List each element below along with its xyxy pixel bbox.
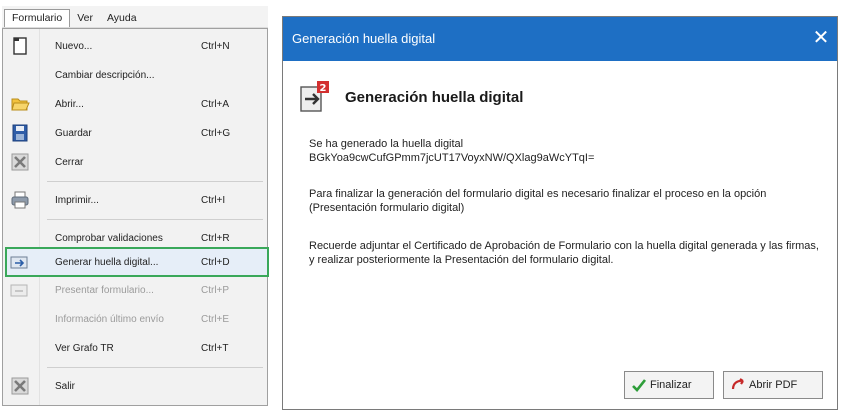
close-icon[interactable]: ✕ xyxy=(809,25,833,51)
menu-item-shortcut: Ctrl+R xyxy=(201,232,230,244)
close-x-icon xyxy=(11,153,29,171)
finalize-instructions: Para finalizar la generación del formula… xyxy=(309,188,767,214)
generated-message: Se ha generado la huella digital BGkYoa9… xyxy=(309,137,594,165)
menu-item-label: Nuevo... xyxy=(55,40,93,52)
save-disk-icon xyxy=(12,124,28,142)
menu-item-ver-grafo-tr[interactable]: Ver Grafo TR Ctrl+T xyxy=(3,335,267,361)
fingerprint-hash: BGkYoa9cwCufGPmm7jcUT17VoyxNW/QXlag9aWcY… xyxy=(309,152,595,164)
menu-item-shortcut: Ctrl+G xyxy=(201,127,231,139)
menu-bar: Formulario Ver Ayuda xyxy=(2,6,268,28)
menu-item-shortcut: Ctrl+T xyxy=(201,342,229,354)
pdf-icon xyxy=(731,378,744,390)
menu-item-shortcut: Ctrl+I xyxy=(201,194,226,206)
menu-item-generar-huella-digital[interactable]: Generar huella digital... Ctrl+D xyxy=(3,249,267,275)
menu-item-presentar-formulario: Presentar formulario... Ctrl+P xyxy=(3,277,267,303)
menu-ver[interactable]: Ver xyxy=(70,10,100,27)
menu-item-label: Presentar formulario... xyxy=(55,284,154,296)
abrir-pdf-button[interactable]: Abrir PDF xyxy=(723,371,823,399)
menu-item-label: Imprimir... xyxy=(55,194,99,206)
menu-item-guardar[interactable]: Guardar Ctrl+G xyxy=(3,120,267,146)
abrir-pdf-label: Abrir PDF xyxy=(749,379,798,391)
exit-x-icon xyxy=(11,377,29,395)
menu-item-informacion-ultimo-envio: Información último envío Ctrl+E xyxy=(3,306,267,332)
finalizar-label: Finalizar xyxy=(650,379,692,391)
menu-item-cambiar-descripcion[interactable]: Cambiar descripción... xyxy=(3,62,267,88)
menu-item-label: Comprobar validaciones xyxy=(55,232,163,244)
menu-item-shortcut: Ctrl+N xyxy=(201,40,230,52)
menu-item-cerrar[interactable]: Cerrar xyxy=(3,149,267,175)
menu-item-label: Salir xyxy=(55,380,76,392)
menu-item-shortcut: Ctrl+A xyxy=(201,98,230,110)
menu-item-label: Guardar xyxy=(55,127,92,139)
dialog-heading: Generación huella digital xyxy=(345,89,524,106)
checkmark-icon xyxy=(632,379,647,392)
printer-icon xyxy=(11,191,29,209)
finalizar-button[interactable]: Finalizar xyxy=(624,371,714,399)
menu-item-nuevo[interactable]: Nuevo... Ctrl+N xyxy=(3,33,267,59)
menu-item-label: Ver Grafo TR xyxy=(55,342,114,354)
folder-open-icon xyxy=(11,98,30,111)
svg-text:2: 2 xyxy=(320,83,327,94)
menu-item-label: Generar huella digital... xyxy=(55,256,159,268)
attach-reminder: Recuerde adjuntar el Certificado de Apro… xyxy=(309,240,819,266)
menu-item-shortcut: Ctrl+E xyxy=(201,313,230,325)
new-document-icon xyxy=(13,37,27,55)
dialog-titlebar: Generación huella digital ✕ xyxy=(283,17,837,61)
menu-separator xyxy=(47,181,263,182)
menu-separator xyxy=(47,219,263,220)
menu-item-imprimir[interactable]: Imprimir... Ctrl+I xyxy=(3,187,267,213)
menu-separator xyxy=(47,367,263,368)
menu-item-salir[interactable]: Salir xyxy=(3,373,267,399)
submit-form-icon xyxy=(10,284,28,297)
formulario-dropdown: Nuevo... Ctrl+N Cambiar descripción... A… xyxy=(2,28,269,406)
fingerprint-document-icon: 2 xyxy=(300,81,329,112)
huella-digital-dialog: Generación huella digital ✕ 2 Generación… xyxy=(282,16,838,410)
fingerprint-export-icon xyxy=(10,256,28,269)
menu-item-abrir[interactable]: Abrir... Ctrl+A xyxy=(3,91,267,117)
dialog-title: Generación huella digital xyxy=(292,31,436,46)
formulario-menu-panel: Formulario Ver Ayuda Nuevo... Ctrl+N Cam… xyxy=(2,6,269,406)
menu-item-shortcut: Ctrl+D xyxy=(201,256,230,268)
menu-item-label: Información último envío xyxy=(55,313,164,325)
menu-ayuda[interactable]: Ayuda xyxy=(100,10,144,27)
menu-item-label: Cerrar xyxy=(55,156,84,168)
menu-item-shortcut: Ctrl+P xyxy=(201,284,230,296)
generated-line: Se ha generado la huella digital xyxy=(309,138,464,150)
menu-item-label: Abrir... xyxy=(55,98,84,110)
menu-formulario[interactable]: Formulario xyxy=(4,9,71,27)
menu-item-label: Cambiar descripción... xyxy=(55,69,155,81)
